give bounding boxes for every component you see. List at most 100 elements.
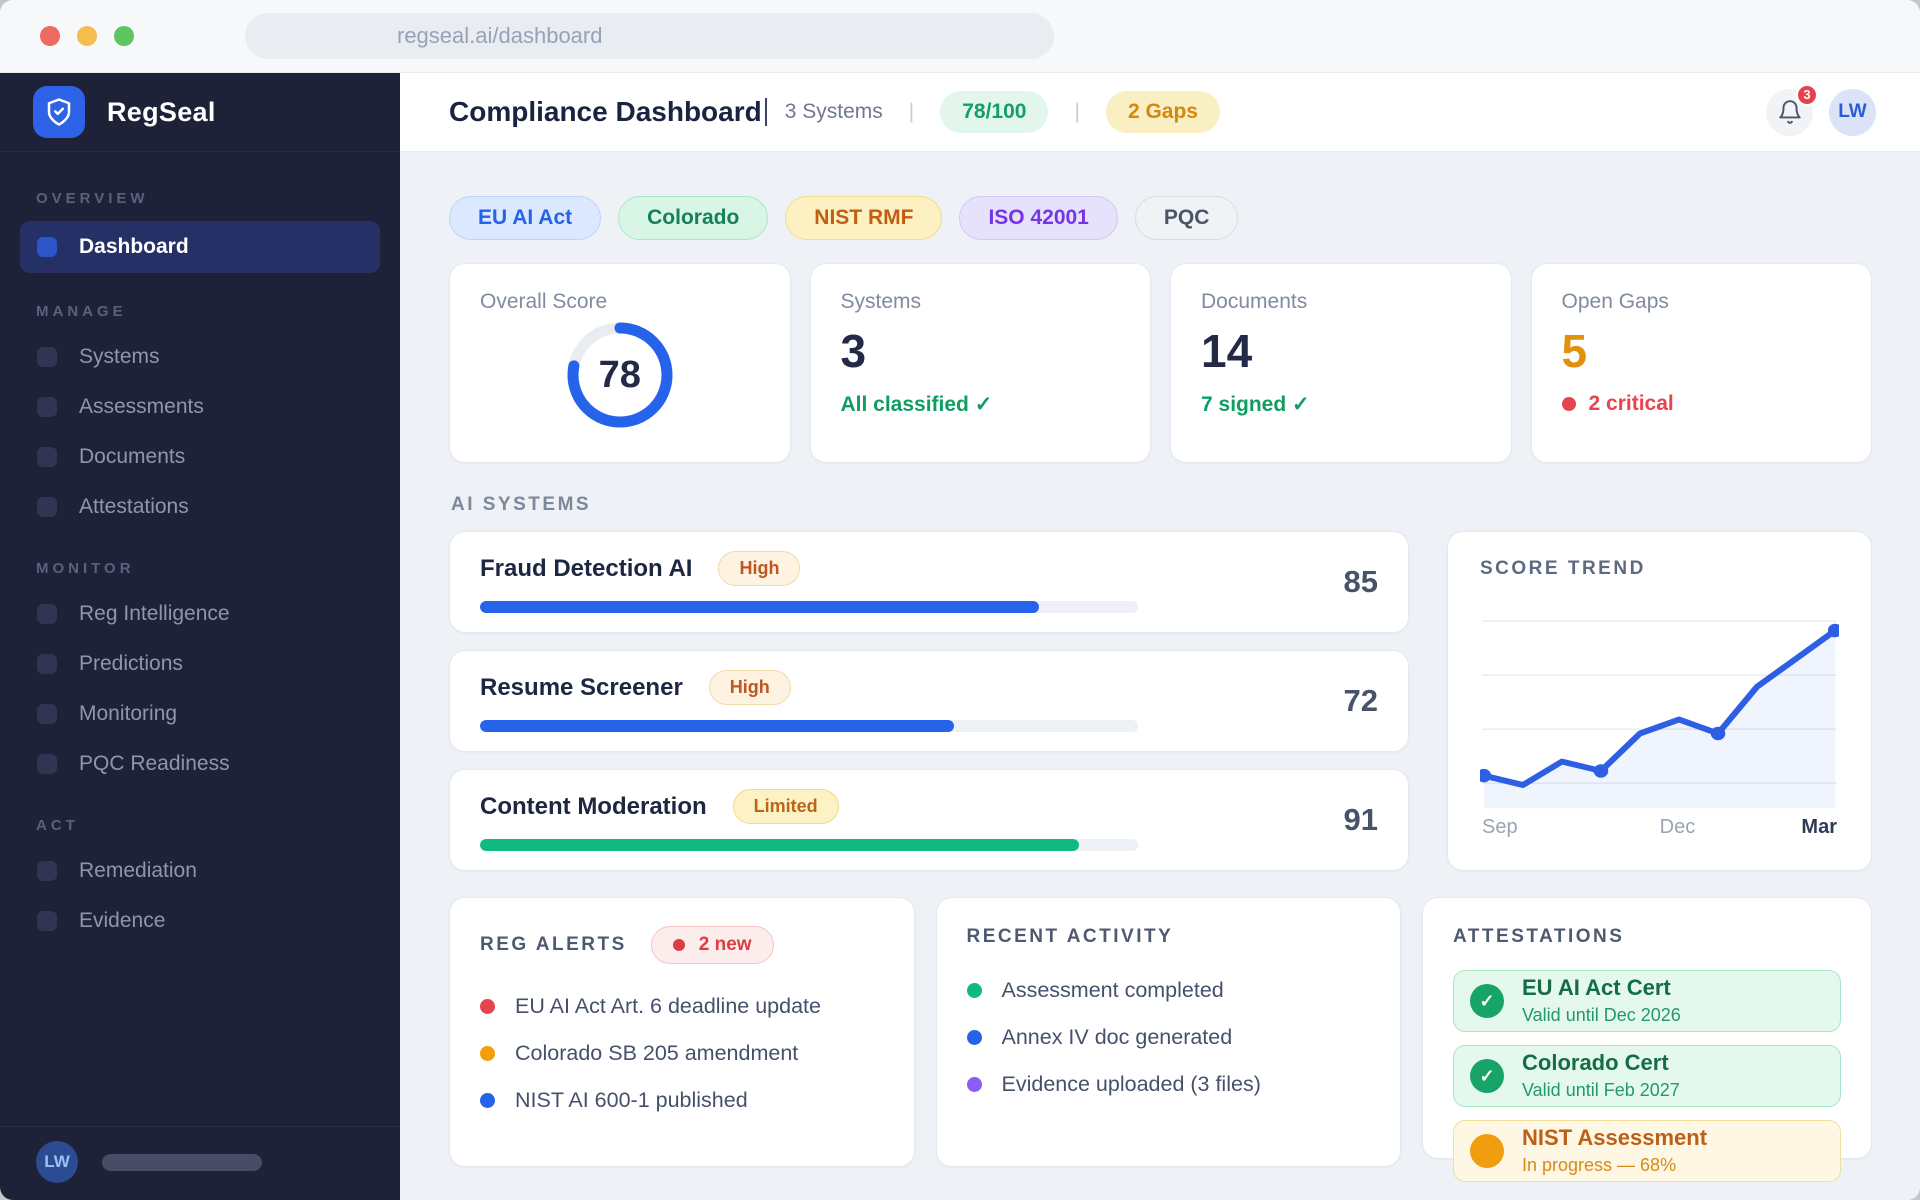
documents-card: Documents 14 7 signed ✓ <box>1170 263 1512 463</box>
documents-status: 7 signed ✓ <box>1201 393 1310 416</box>
assessments-icon <box>37 397 57 417</box>
alert-dot-icon <box>672 939 685 951</box>
alert-item[interactable]: Colorado SB 205 amendment <box>480 1041 884 1066</box>
stat-label: Documents <box>1201 290 1308 313</box>
overall-score-card: Overall Score 78 <box>449 263 791 463</box>
risk-badge: High <box>708 670 791 705</box>
shield-check-logo-icon <box>33 86 85 138</box>
attestation-eu-ai-act-cert[interactable]: ✓ EU AI Act Cert Valid until Dec 2026 <box>1453 970 1841 1032</box>
open-gaps-value: 5 <box>1561 325 1588 377</box>
recent-activity-panel: RECENT ACTIVITY Assessment completed Ann… <box>935 897 1401 1167</box>
alert-item[interactable]: NIST AI 600-1 published <box>480 1088 884 1113</box>
sidebar-item-label: Systems <box>79 345 160 368</box>
activity-item[interactable]: Assessment completed <box>966 978 1371 1003</box>
attestation-nist-assessment[interactable]: NIST Assessment In progress — 68% <box>1453 1120 1841 1182</box>
system-name: Fraud Detection AI <box>480 554 693 582</box>
app-window: regseal.ai/dashboard RegSeal OVERVIEW Da… <box>0 0 1920 1200</box>
reg-alerts-heading: REG ALERTS <box>480 934 627 955</box>
header-separator: | <box>908 100 915 123</box>
attestation-subtitle: In progress — 68% <box>1522 1154 1677 1175</box>
attestation-colorado-cert[interactable]: ✓ Colorado Cert Valid until Feb 2027 <box>1453 1045 1841 1107</box>
sidebar-item-dashboard[interactable]: Dashboard <box>20 221 380 273</box>
stat-label: Open Gaps <box>1561 290 1669 313</box>
new-alerts-badge: 2 new <box>650 926 774 964</box>
minimize-window-button[interactable] <box>77 26 97 46</box>
sidebar-item-predictions[interactable]: Predictions <box>20 641 380 687</box>
score-trend-heading: SCORE TREND <box>1480 558 1646 579</box>
window-controls <box>40 26 134 46</box>
alert-text: NIST AI 600-1 published <box>515 1088 748 1112</box>
attestation-title: NIST Assessment <box>1522 1125 1708 1151</box>
sidebar-nav: OVERVIEW Dashboard MANAGE Systems Assess… <box>0 152 400 944</box>
score-trend-card: SCORE TREND Sep Dec Mar <box>1447 531 1872 871</box>
sidebar-item-systems[interactable]: Systems <box>20 334 380 380</box>
notifications-button[interactable]: 3 <box>1766 83 1818 136</box>
gaps-status: 2 critical <box>1561 392 1842 416</box>
score-trend-chart <box>1480 596 1839 812</box>
score-progress-fill <box>480 720 954 732</box>
sidebar-item-remediation[interactable]: Remediation <box>20 848 380 894</box>
alert-item[interactable]: EU AI Act Art. 6 deadline update <box>480 994 884 1019</box>
system-score: 85 <box>1343 564 1378 599</box>
stat-cards-row: Overall Score 78 Systems 3 All classifie… <box>449 263 1872 463</box>
critical-dot <box>1561 397 1576 411</box>
activity-type-dot <box>966 1030 982 1045</box>
ai-systems-heading: AI SYSTEMS <box>451 494 592 515</box>
filter-chip-pqc[interactable]: PQC <box>1134 196 1239 240</box>
system-row-resume-screener[interactable]: Resume Screener High 72 <box>449 650 1409 752</box>
sidebar-item-label: Remediation <box>79 859 197 882</box>
activity-type-dot <box>966 983 982 998</box>
brand-name: RegSeal <box>107 96 216 127</box>
sidebar-item-assessments[interactable]: Assessments <box>20 384 380 430</box>
score-progress-track <box>480 839 1138 851</box>
predictions-icon <box>37 654 57 674</box>
stat-label: Systems <box>840 290 922 313</box>
filter-chip-eu-ai-act[interactable]: EU AI Act <box>449 196 602 240</box>
sidebar-item-attestations[interactable]: Attestations <box>20 484 380 530</box>
sidebar-item-reg-intelligence[interactable]: Reg Intelligence <box>20 591 380 637</box>
check-circle-icon: ✓ <box>1470 984 1504 1018</box>
nav-section-act: ACT <box>36 817 79 834</box>
systems-icon <box>37 347 57 367</box>
evidence-icon <box>37 911 57 931</box>
score-badge: 78/100 <box>940 91 1049 133</box>
activity-item[interactable]: Evidence uploaded (3 files) <box>966 1072 1371 1097</box>
brand-row: RegSeal <box>0 73 400 152</box>
url-bar[interactable]: regseal.ai/dashboard <box>245 13 1054 59</box>
system-row-fraud-detection[interactable]: Fraud Detection AI High 85 <box>449 531 1409 633</box>
profile-avatar[interactable]: LW <box>1829 88 1876 136</box>
sidebar-item-monitoring[interactable]: Monitoring <box>20 691 380 737</box>
systems-count: 3 Systems <box>784 100 883 123</box>
recent-activity-heading: RECENT ACTIVITY <box>966 926 1174 947</box>
zoom-window-button[interactable] <box>114 26 134 46</box>
filter-chip-colorado[interactable]: Colorado <box>618 196 769 240</box>
sidebar: RegSeal OVERVIEW Dashboard MANAGE System… <box>0 73 400 1200</box>
sidebar-item-documents[interactable]: Documents <box>20 434 380 480</box>
header-separator: | <box>1074 100 1080 123</box>
system-row-content-moderation[interactable]: Content Moderation Limited 91 <box>449 769 1409 871</box>
activity-type-dot <box>966 1077 982 1092</box>
risk-badge: Limited <box>732 789 839 824</box>
sidebar-item-pqc-readiness[interactable]: PQC Readiness <box>20 741 380 787</box>
page-title: Compliance Dashboard <box>449 96 762 127</box>
systems-count-value: 3 <box>840 325 867 377</box>
activity-item[interactable]: Annex IV doc generated <box>966 1025 1371 1050</box>
dashboard-icon <box>37 237 57 257</box>
attestation-title: Colorado Cert <box>1522 1050 1669 1076</box>
pqc-readiness-icon <box>37 754 57 774</box>
sidebar-item-evidence[interactable]: Evidence <box>20 898 380 944</box>
filter-chip-nist-rmf[interactable]: NIST RMF <box>785 196 943 240</box>
sidebar-item-label: Predictions <box>79 652 183 675</box>
reg-alerts-panel: REG ALERTS 2 new EU AI Act Art. 6 deadli… <box>449 897 915 1167</box>
system-score: 72 <box>1343 683 1378 718</box>
user-avatar[interactable]: LW <box>36 1141 78 1183</box>
filter-chip-iso-42001[interactable]: ISO 42001 <box>959 196 1118 240</box>
remediation-icon <box>37 861 57 881</box>
attestation-subtitle: Valid until Dec 2026 <box>1522 1004 1681 1025</box>
close-window-button[interactable] <box>40 26 60 46</box>
score-progress-track <box>480 720 1138 732</box>
attestation-subtitle: Valid until Feb 2027 <box>1522 1079 1680 1100</box>
monitoring-icon <box>37 704 57 724</box>
url-text: regseal.ai/dashboard <box>397 23 603 48</box>
sidebar-user-row[interactable]: LW <box>0 1126 400 1200</box>
